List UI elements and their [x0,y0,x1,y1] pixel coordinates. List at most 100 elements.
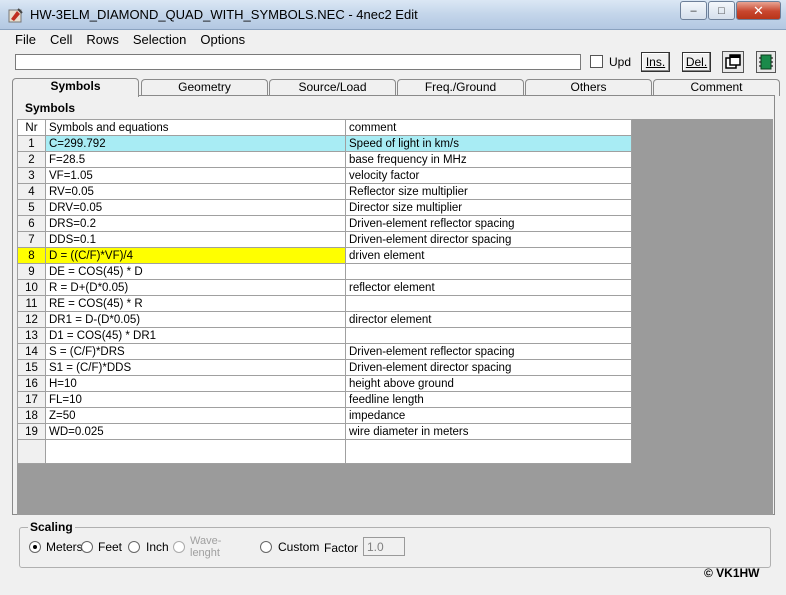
expression-cell[interactable]: VF=1.05 [45,167,346,184]
comment-cell[interactable]: director element [345,311,632,328]
row-number-cell[interactable]: 16 [17,375,46,392]
expression-cell[interactable]: C=299.792 [45,135,346,152]
row-number-cell[interactable]: 1 [17,135,46,152]
comment-cell[interactable]: Director size multiplier [345,199,632,216]
label-inch[interactable]: Inch [146,540,169,554]
row-number-cell[interactable]: 6 [17,215,46,232]
chip-button[interactable] [756,51,776,73]
menu-options[interactable]: Options [193,30,252,50]
expression-cell[interactable]: H=10 [45,375,346,392]
radio-inch[interactable] [128,541,140,553]
row-number-cell[interactable]: 11 [17,295,46,312]
header-nr[interactable]: Nr [17,119,46,136]
comment-cell[interactable]: reflector element [345,279,632,296]
menu-selection[interactable]: Selection [126,30,193,50]
grid-row[interactable]: 9 DE = COS(45) * D [17,263,632,280]
expression-cell[interactable]: WD=0.025 [45,423,346,440]
row-number-cell[interactable]: 3 [17,167,46,184]
row-number-cell[interactable]: 18 [17,407,46,424]
comment-cell[interactable]: base frequency in MHz [345,151,632,168]
menu-file[interactable]: File [8,30,43,50]
comment-cell[interactable]: feedline length [345,391,632,408]
expression-cell[interactable]: F=28.5 [45,151,346,168]
expression-cell[interactable]: D = ((C/F)*VF)/4 [45,247,346,264]
row-number-cell[interactable]: 12 [17,311,46,328]
expression-cell[interactable]: DRV=0.05 [45,199,346,216]
expression-cell[interactable]: Z=50 [45,407,346,424]
grid-row[interactable]: 4 RV=0.05 Reflector size multiplier [17,183,632,200]
grid-row[interactable]: 14 S = (C/F)*DRS Driven-element reflector … [17,343,632,360]
row-number-cell[interactable]: 13 [17,327,46,344]
row-number-cell[interactable]: 10 [17,279,46,296]
expression-cell[interactable]: FL=10 [45,391,346,408]
grid-row[interactable]: 6 DRS=0.2 Driven-element reflector spacing [17,215,632,232]
empty-cell[interactable] [345,439,632,464]
empty-cell[interactable] [45,439,346,464]
radio-meters[interactable] [29,541,41,553]
row-number-cell[interactable]: 9 [17,263,46,280]
row-number-cell[interactable]: 5 [17,199,46,216]
comment-cell[interactable]: Driven-element director spacing [345,231,632,248]
row-number-cell[interactable]: 15 [17,359,46,376]
delete-button[interactable]: Del. [682,52,711,72]
comment-cell[interactable]: Driven-element reflector spacing [345,343,632,360]
label-meters[interactable]: Meters [46,540,83,554]
grid-row[interactable]: 18 Z=50 impedance [17,407,632,424]
cell-edit-field[interactable] [15,54,581,70]
comment-cell[interactable]: velocity factor [345,167,632,184]
grid-row[interactable]: 8D = ((C/F)*VF)/4 driven element [17,247,632,264]
comment-cell[interactable]: Reflector size multiplier [345,183,632,200]
grid-row[interactable]: 19 WD=0.025 wire diameter in meters [17,423,632,440]
menu-rows[interactable]: Rows [79,30,126,50]
comment-cell[interactable]: Driven-element reflector spacing [345,215,632,232]
label-custom[interactable]: Custom [278,540,319,554]
row-number-cell[interactable]: 2 [17,151,46,168]
expression-cell[interactable]: D1 = COS(45) * DR1 [45,327,346,344]
expression-cell[interactable]: RV=0.05 [45,183,346,200]
comment-cell[interactable]: driven element [345,247,632,264]
row-number-cell[interactable]: 4 [17,183,46,200]
grid-row[interactable]: 16 H=10 height above ground [17,375,632,392]
header-expression[interactable]: Symbols and equations [45,119,346,136]
comment-cell[interactable]: Driven-element director spacing [345,359,632,376]
expression-cell[interactable]: S = (C/F)*DRS [45,343,346,360]
grid-row[interactable]: 10 R = D+(D*0.05) reflector element [17,279,632,296]
comment-cell[interactable] [345,263,632,280]
comment-cell[interactable] [345,327,632,344]
grid-row[interactable]: 13 D1 = COS(45) * DR1 [17,327,632,344]
radio-feet[interactable] [81,541,93,553]
grid-row[interactable]: 2 F=28.5 base frequency in MHz [17,151,632,168]
expression-cell[interactable]: S1 = (C/F)*DDS [45,359,346,376]
tab-freq-ground[interactable]: Freq./Ground [397,79,524,96]
tab-geometry[interactable]: Geometry [141,79,268,96]
grid-empty-row[interactable] [17,439,632,464]
comment-cell[interactable]: wire diameter in meters [345,423,632,440]
grid-row[interactable]: 3 VF=1.05 velocity factor [17,167,632,184]
insert-button[interactable]: Ins. [641,52,670,72]
minimize-button[interactable]: – [680,1,707,20]
comment-cell[interactable] [345,295,632,312]
upd-checkbox[interactable] [590,55,603,68]
expression-cell[interactable]: DE = COS(45) * D [45,263,346,280]
grid-row[interactable]: 1 C=299.792 Speed of light in km/s [17,135,632,152]
tab-others[interactable]: Others [525,79,652,96]
row-number-cell[interactable]: 17 [17,391,46,408]
copy-windows-button[interactable] [722,51,744,73]
grid-row[interactable]: 15 S1 = (C/F)*DDS Driven-element director … [17,359,632,376]
grid-row[interactable]: 11 RE = COS(45) * R [17,295,632,312]
expression-cell[interactable]: R = D+(D*0.05) [45,279,346,296]
expression-cell[interactable]: DDS=0.1 [45,231,346,248]
comment-cell[interactable]: height above ground [345,375,632,392]
row-number-cell[interactable]: 7 [17,231,46,248]
menu-cell[interactable]: Cell [43,30,79,50]
row-number-cell[interactable]: 8 [17,247,46,264]
comment-cell[interactable]: impedance [345,407,632,424]
maximize-button[interactable]: □ [708,1,735,20]
expression-cell[interactable]: DRS=0.2 [45,215,346,232]
expression-cell[interactable]: DR1 = D-(D*0.05) [45,311,346,328]
grid-row[interactable]: 12 DR1 = D-(D*0.05) director element [17,311,632,328]
grid-row[interactable]: 5 DRV=0.05 Director size multiplier [17,199,632,216]
label-feet[interactable]: Feet [98,540,122,554]
row-number-cell[interactable]: 14 [17,343,46,360]
tab-source-load[interactable]: Source/Load [269,79,396,96]
